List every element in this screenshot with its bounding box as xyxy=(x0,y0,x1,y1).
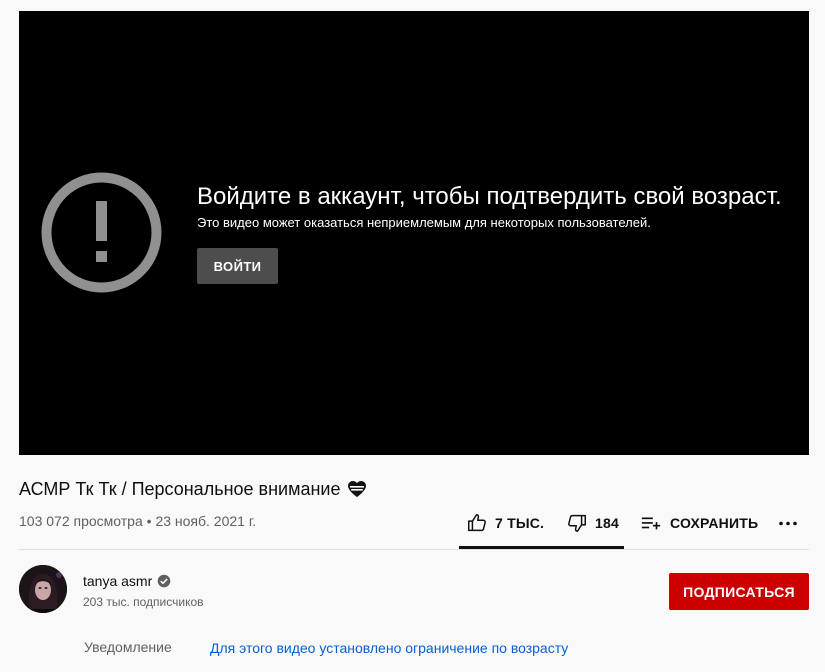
subscribe-button[interactable]: ПОДПИСАТЬСЯ xyxy=(669,573,809,610)
video-meta: 103 072 просмотра • 23 нояб. 2021 г. xyxy=(19,511,256,531)
exclamation-circle-icon xyxy=(41,172,162,293)
age-restriction-link[interactable]: Для этого видео установлено ограничение … xyxy=(210,638,568,658)
notice-label: Уведомление xyxy=(84,639,172,655)
age-gate-title: Войдите в аккаунт, чтобы подтвердить сво… xyxy=(197,183,782,210)
age-gate-message: Войдите в аккаунт, чтобы подтвердить сво… xyxy=(197,181,807,284)
avatar-image xyxy=(19,565,67,613)
dislike-count: 184 xyxy=(595,515,619,531)
thumb-up-icon xyxy=(468,514,486,532)
thumb-down-icon xyxy=(568,514,586,532)
like-button[interactable]: 7 ТЫС. xyxy=(466,506,544,540)
playlist-add-icon xyxy=(641,517,661,530)
dislike-button[interactable]: 184 xyxy=(566,506,619,540)
video-title-text: АСМР Тк Тк / Персональное внимание xyxy=(19,479,341,499)
heart-icon xyxy=(347,480,366,498)
divider xyxy=(19,549,809,550)
more-icon xyxy=(779,521,797,526)
video-player[interactable]: Войдите в аккаунт, чтобы подтвердить сво… xyxy=(19,11,809,455)
view-count: 103 072 просмотра xyxy=(19,513,143,529)
channel-avatar[interactable] xyxy=(19,565,67,613)
channel-name[interactable]: tanya asmr xyxy=(83,571,171,591)
verified-check-icon xyxy=(157,574,171,588)
channel-name-text: tanya asmr xyxy=(83,573,153,589)
save-button[interactable]: СОХРАНИТЬ xyxy=(640,506,758,540)
more-actions-button[interactable] xyxy=(776,506,800,540)
login-button[interactable]: ВОЙТИ xyxy=(197,248,278,284)
meta-separator: • xyxy=(146,513,152,529)
video-title: АСМР Тк Тк / Персональное внимание xyxy=(19,477,366,501)
subscriber-count: 203 тыс. подписчиков xyxy=(83,595,204,609)
like-count: 7 ТЫС. xyxy=(495,515,545,531)
save-label: СОХРАНИТЬ xyxy=(670,515,759,531)
age-gate-subtitle: Это видео может оказаться неприемлемым д… xyxy=(197,215,651,230)
publish-date: 23 нояб. 2021 г. xyxy=(155,513,257,529)
